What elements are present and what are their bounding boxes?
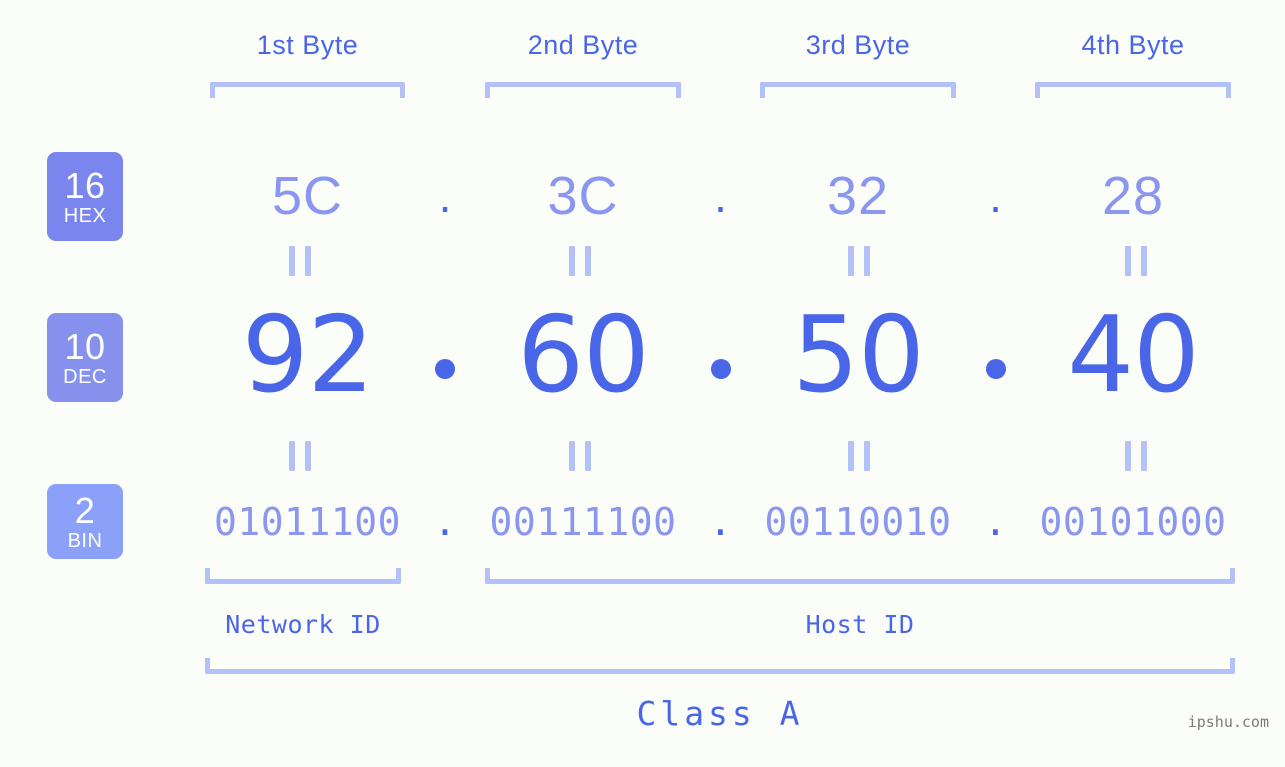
hex-byte-2: 3C bbox=[547, 166, 619, 226]
equality-mark-dec-bin-1 bbox=[289, 441, 311, 471]
dec-separator-dot-1 bbox=[435, 359, 455, 379]
dec-separator-3 bbox=[956, 331, 1035, 379]
hex-byte-3: 32 bbox=[826, 166, 890, 226]
dec-separator-dot-2 bbox=[710, 359, 731, 379]
base-badge-bin-number: 2 bbox=[74, 489, 96, 531]
byte-header-3: 3rd Byte bbox=[805, 30, 911, 60]
class-bracket bbox=[205, 658, 1235, 674]
base-badge-dec-name: DEC bbox=[63, 365, 107, 388]
class-label: Class A bbox=[636, 694, 804, 733]
bin-separator-1: . bbox=[433, 499, 457, 544]
bin-separator-3: . bbox=[984, 499, 1007, 544]
host-id-label: Host ID bbox=[805, 610, 915, 639]
hex-separator-1: . bbox=[438, 169, 452, 222]
byte-bracket-top-2 bbox=[485, 82, 681, 98]
dec-byte-2: 60 bbox=[517, 293, 650, 416]
byte-header-4: 4th Byte bbox=[1081, 30, 1185, 60]
equality-mark-hex-dec-1 bbox=[289, 246, 311, 276]
ip-address-breakdown-diagram: 1st Byte 2nd Byte 3rd Byte 4th Byte 16 H… bbox=[0, 0, 1285, 767]
base-badge-hex-number: 16 bbox=[64, 164, 106, 206]
dec-separator-1 bbox=[405, 331, 485, 379]
bin-value-row: 01011100 . 00111100 . 00110010 . 0010100… bbox=[150, 492, 1255, 552]
dec-value-row: 92 60 50 40 bbox=[150, 295, 1255, 415]
hex-separator-3: . bbox=[989, 169, 1002, 222]
byte-bracket-top-1 bbox=[210, 82, 405, 98]
dec-byte-4: 40 bbox=[1067, 293, 1200, 416]
network-id-label: Network ID bbox=[225, 610, 381, 639]
equality-mark-dec-bin-2 bbox=[569, 441, 591, 471]
base-badge-bin: 2 BIN bbox=[47, 484, 123, 559]
byte-bracket-top-4 bbox=[1035, 82, 1231, 98]
bin-byte-1: 01011100 bbox=[213, 500, 402, 544]
dec-byte-3: 50 bbox=[792, 293, 925, 416]
base-badge-dec-number: 10 bbox=[64, 325, 106, 367]
byte-header-2: 2nd Byte bbox=[527, 30, 639, 60]
base-badge-hex-name: HEX bbox=[63, 204, 107, 227]
network-id-bracket bbox=[205, 568, 401, 584]
hex-separator-2: . bbox=[714, 169, 727, 222]
byte-bracket-top-3 bbox=[760, 82, 956, 98]
bin-byte-3: 00110010 bbox=[764, 500, 952, 544]
dec-byte-1: 92 bbox=[241, 293, 375, 416]
dec-separator-dot-3 bbox=[985, 359, 1006, 379]
base-badge-bin-name: BIN bbox=[67, 529, 103, 552]
dec-separator-2 bbox=[681, 331, 760, 379]
hex-byte-1: 5C bbox=[271, 166, 344, 226]
base-badge-dec: 10 DEC bbox=[47, 313, 123, 402]
hex-byte-4: 28 bbox=[1101, 166, 1165, 226]
host-id-bracket bbox=[485, 568, 1235, 584]
bin-byte-2: 00111100 bbox=[489, 500, 677, 544]
equality-mark-dec-bin-3 bbox=[848, 441, 870, 471]
bin-byte-4: 00101000 bbox=[1039, 500, 1227, 544]
equality-mark-hex-dec-3 bbox=[848, 246, 870, 276]
site-watermark: ipshu.com bbox=[1187, 713, 1269, 731]
equality-mark-hex-dec-2 bbox=[569, 246, 591, 276]
equality-mark-dec-bin-4 bbox=[1125, 441, 1147, 471]
hex-value-row: 5C . 3C . 32 . 28 bbox=[150, 150, 1255, 242]
byte-header-1: 1st Byte bbox=[256, 30, 359, 60]
equality-mark-hex-dec-4 bbox=[1125, 246, 1147, 276]
bin-separator-2: . bbox=[709, 499, 732, 544]
base-badge-hex: 16 HEX bbox=[47, 152, 123, 241]
